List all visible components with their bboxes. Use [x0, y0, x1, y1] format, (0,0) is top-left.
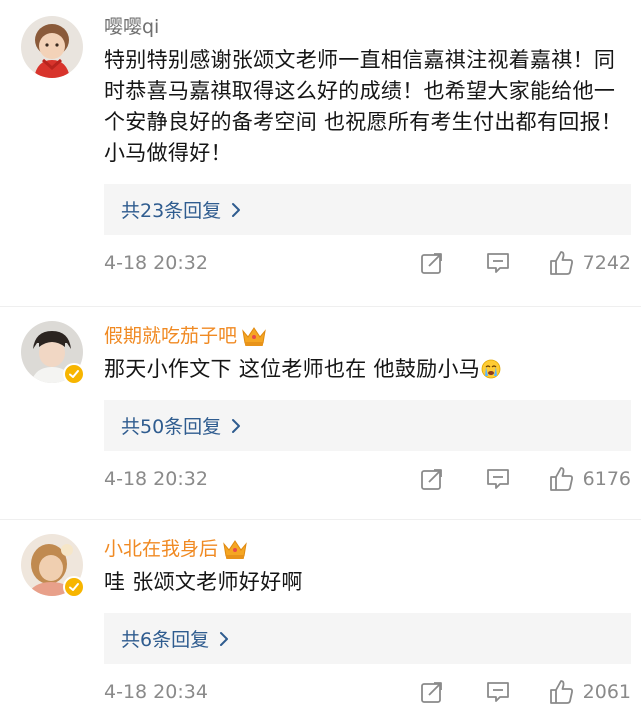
timestamp: 4-18 20:34: [104, 681, 208, 703]
like-button[interactable]: 7242: [547, 249, 631, 277]
replies-label: 共6条回复: [121, 629, 210, 651]
view-replies-button[interactable]: 共50条回复: [104, 400, 631, 451]
chevron-right-icon: [232, 202, 241, 217]
comment-footer: 4-18 20:32 6176: [104, 461, 631, 497]
like-button[interactable]: 2061: [547, 678, 631, 706]
comment-footer: 4-18 20:34 2061: [104, 674, 631, 710]
username[interactable]: 假期就吃茄子吧: [104, 321, 237, 351]
verified-icon: [63, 363, 85, 385]
avatar[interactable]: [21, 16, 83, 78]
comment-icon[interactable]: [485, 466, 511, 492]
replies-label: 共23条回复: [121, 200, 222, 222]
comment-text: 那天小作文下 这位老师也在 他鼓励小马: [104, 354, 631, 385]
like-count: 7242: [582, 252, 631, 274]
crying-emoji-icon: [481, 359, 501, 379]
crown-icon: [242, 327, 266, 346]
comment-icon[interactable]: [485, 679, 511, 705]
crown-icon: [223, 540, 247, 559]
like-button[interactable]: 6176: [547, 465, 631, 493]
share-icon[interactable]: [419, 250, 445, 276]
chevron-right-icon: [232, 418, 241, 433]
like-icon: [549, 467, 573, 491]
view-replies-button[interactable]: 共23条回复: [104, 184, 631, 235]
chevron-right-icon: [220, 631, 229, 646]
like-count: 6176: [582, 468, 631, 490]
comment-item: 假期就吃茄子吧 那天小作文下 这位老师也在 他鼓励小马 共50条回复 4-18 …: [0, 306, 641, 519]
username[interactable]: 小北在我身后: [104, 534, 218, 564]
comment-item: 小北在我身后 哇 张颂文老师好好啊 共6条回复 4-18 20:34 2061: [0, 519, 641, 725]
comment-text: 哇 张颂文老师好好啊: [104, 570, 303, 594]
avatar[interactable]: [21, 321, 85, 385]
comment-item: 嘤嘤qi 特别特别感谢张颂文老师一直相信嘉祺注视着嘉祺！同时恭喜马嘉祺取得这么好…: [0, 0, 641, 306]
view-replies-button[interactable]: 共6条回复: [104, 613, 631, 664]
timestamp: 4-18 20:32: [104, 252, 208, 274]
replies-label: 共50条回复: [121, 416, 222, 438]
timestamp: 4-18 20:32: [104, 468, 208, 490]
share-icon[interactable]: [419, 679, 445, 705]
like-icon: [549, 251, 573, 275]
share-icon[interactable]: [419, 466, 445, 492]
comment-icon[interactable]: [485, 250, 511, 276]
verified-icon: [63, 576, 85, 598]
comment-footer: 4-18 20:32 7242: [104, 245, 631, 281]
username[interactable]: 嘤嘤qi: [104, 12, 159, 42]
avatar[interactable]: [21, 534, 85, 598]
like-icon: [549, 680, 573, 704]
like-count: 2061: [582, 681, 631, 703]
comment-text: 特别特别感谢张颂文老师一直相信嘉祺注视着嘉祺！同时恭喜马嘉祺取得这么好的成绩！也…: [104, 48, 623, 165]
